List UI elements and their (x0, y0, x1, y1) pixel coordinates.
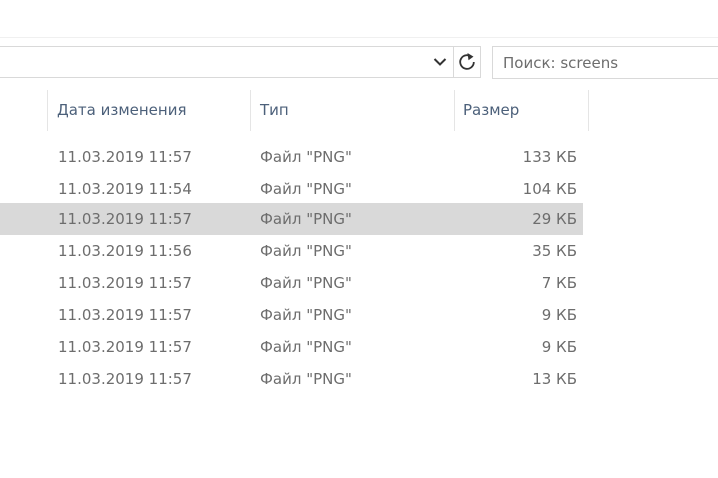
column-separator[interactable] (47, 90, 48, 131)
file-date: 11.03.2019 11:57 (58, 210, 192, 228)
file-explorer-window: Дата изменения Тип Размер 11.03.2019 11:… (0, 0, 718, 478)
file-type: Файл "PNG" (260, 370, 352, 388)
file-date: 11.03.2019 11:57 (58, 338, 192, 356)
file-row[interactable]: 11.03.2019 11:54 Файл "PNG" 104 КБ (0, 173, 583, 205)
address-bar[interactable] (0, 46, 453, 78)
column-header-size[interactable]: Размер (463, 101, 519, 121)
column-header-type[interactable]: Тип (260, 101, 289, 121)
ribbon-area (0, 0, 718, 37)
file-size: 104 КБ (522, 180, 577, 198)
file-row-selected[interactable]: 11.03.2019 11:57 Файл "PNG" 29 КБ (0, 203, 583, 235)
file-size: 9 КБ (541, 338, 577, 356)
file-date: 11.03.2019 11:57 (58, 370, 192, 388)
file-size: 35 КБ (532, 242, 577, 260)
file-date: 11.03.2019 11:57 (58, 306, 192, 324)
file-type: Файл "PNG" (260, 306, 352, 324)
file-size: 9 КБ (541, 306, 577, 324)
file-size: 7 КБ (541, 274, 577, 292)
refresh-button[interactable] (453, 46, 481, 78)
refresh-icon (459, 53, 475, 70)
file-row[interactable]: 11.03.2019 11:57 Файл "PNG" 133 КБ (0, 141, 583, 173)
file-type: Файл "PNG" (260, 274, 352, 292)
file-row[interactable]: 11.03.2019 11:56 Файл "PNG" 35 КБ (0, 235, 583, 267)
file-type: Файл "PNG" (260, 210, 352, 228)
file-date: 11.03.2019 11:57 (58, 274, 192, 292)
column-separator[interactable] (250, 90, 251, 131)
file-date: 11.03.2019 11:54 (58, 180, 192, 198)
file-row[interactable]: 11.03.2019 11:57 Файл "PNG" 13 КБ (0, 363, 583, 395)
file-size: 13 КБ (532, 370, 577, 388)
column-header-date[interactable]: Дата изменения (57, 101, 187, 121)
search-box[interactable] (492, 46, 718, 79)
file-date: 11.03.2019 11:57 (58, 148, 192, 166)
file-row[interactable]: 11.03.2019 11:57 Файл "PNG" 9 КБ (0, 299, 583, 331)
file-type: Файл "PNG" (260, 338, 352, 356)
chevron-down-icon (433, 58, 447, 66)
column-header-row: Дата изменения Тип Размер (0, 90, 718, 131)
search-input[interactable] (503, 53, 713, 73)
address-history-button[interactable] (428, 47, 452, 77)
file-type: Файл "PNG" (260, 148, 352, 166)
ribbon-divider (0, 37, 718, 38)
file-row[interactable]: 11.03.2019 11:57 Файл "PNG" 9 КБ (0, 331, 583, 363)
file-size: 29 КБ (532, 210, 577, 228)
file-type: Файл "PNG" (260, 180, 352, 198)
file-row[interactable]: 11.03.2019 11:57 Файл "PNG" 7 КБ (0, 267, 583, 299)
column-separator[interactable] (588, 90, 589, 131)
file-type: Файл "PNG" (260, 242, 352, 260)
file-size: 133 КБ (522, 148, 577, 166)
column-separator[interactable] (454, 90, 455, 131)
file-date: 11.03.2019 11:56 (58, 242, 192, 260)
